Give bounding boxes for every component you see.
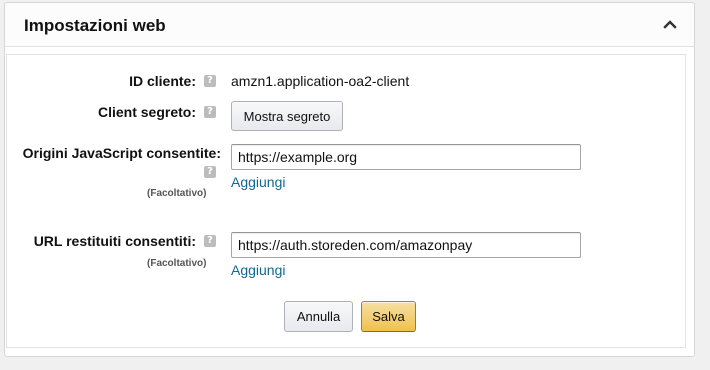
js-origins-help-icon[interactable]: ? — [204, 166, 216, 178]
js-origins-label: Origini JavaScript consentite: — [22, 145, 221, 161]
client-id-help-icon[interactable]: ? — [204, 75, 216, 87]
js-origins-add-link[interactable]: Aggiungi — [231, 174, 286, 190]
return-urls-help-icon[interactable]: ? — [204, 235, 216, 247]
return-urls-label: URL restituiti consentiti: — [33, 233, 196, 249]
show-secret-button[interactable]: Mostra segreto — [231, 101, 343, 131]
js-origin-input[interactable] — [231, 144, 581, 170]
return-urls-add-link[interactable]: Aggiungi — [231, 262, 286, 278]
client-secret-label: Client segreto: — [97, 104, 196, 120]
save-button[interactable]: Salva — [361, 301, 416, 332]
client-id-value: amzn1.application-oa2-client — [231, 73, 410, 89]
return-url-input[interactable] — [231, 232, 581, 258]
client-secret-help-icon[interactable]: ? — [204, 106, 216, 118]
chevron-up-icon[interactable] — [662, 16, 678, 32]
return-urls-optional-label: (Facoltativo) — [147, 258, 207, 269]
panel-header[interactable]: Impostazioni web — [5, 3, 694, 47]
client-id-label: ID cliente: — [129, 73, 196, 89]
cancel-button[interactable]: Annulla — [284, 301, 353, 332]
panel-title: Impostazioni web — [24, 16, 166, 35]
js-origins-optional-label: (Facoltativo) — [147, 188, 207, 199]
